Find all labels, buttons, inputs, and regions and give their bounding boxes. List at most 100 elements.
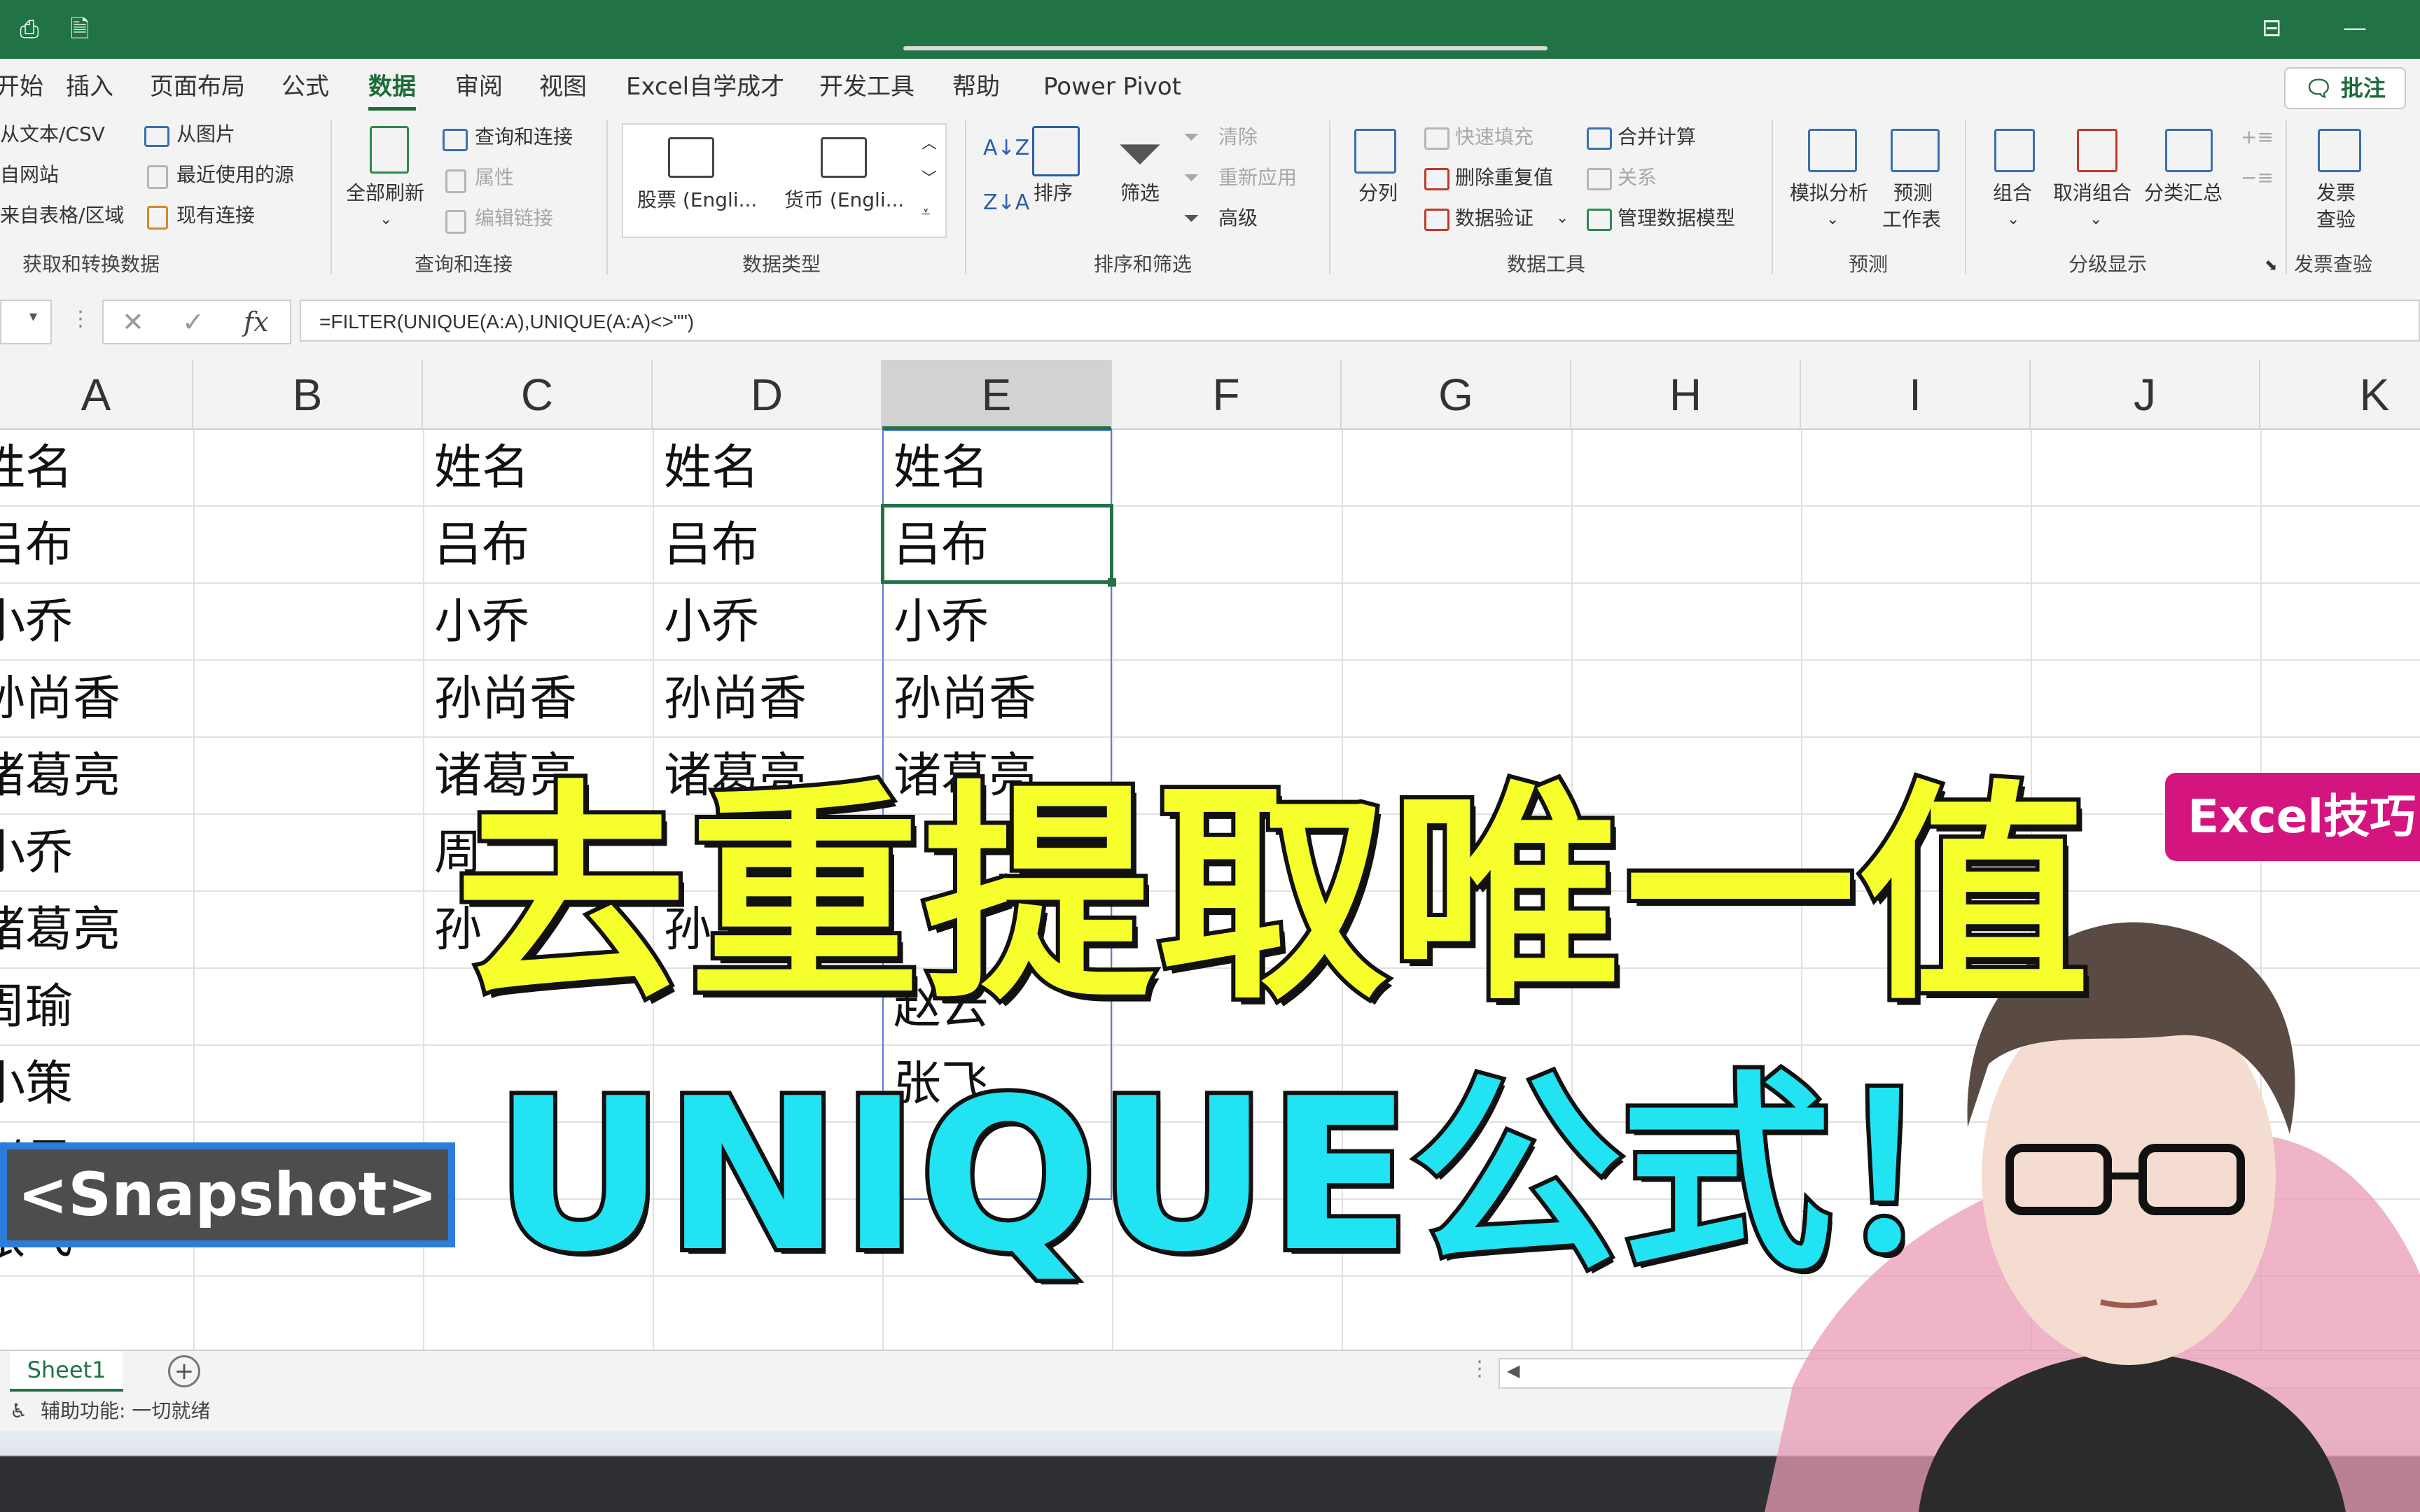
cell-a4[interactable]: 孙尚香 bbox=[0, 661, 193, 738]
remove-duplicates-button[interactable]: 删除重复值 bbox=[1455, 165, 1553, 190]
tab-excel-self-learning[interactable]: Excel自学成才 bbox=[626, 71, 784, 102]
manage-data-model-button[interactable]: 管理数据模型 bbox=[1618, 206, 1735, 231]
data-validation-button[interactable]: 数据验证 bbox=[1455, 206, 1534, 231]
clear-button[interactable]: 清除 bbox=[1218, 125, 1258, 150]
cell-c2[interactable]: 吕布 bbox=[434, 507, 653, 584]
text-to-columns-button[interactable]: 分列 bbox=[1358, 181, 1398, 206]
forecast-label[interactable]: 预测 bbox=[1893, 181, 1933, 206]
chevron-down-icon[interactable]: ⌄ bbox=[2007, 207, 2019, 232]
expand-gallery-icon[interactable]: ⩡ bbox=[922, 200, 930, 225]
tab-home[interactable]: 开始 bbox=[0, 71, 43, 102]
group-button[interactable]: 组合 bbox=[1993, 181, 2032, 206]
cell-a2[interactable]: 吕布 bbox=[0, 507, 193, 584]
insert-function-icon[interactable]: fx bbox=[244, 308, 269, 336]
column-header-a[interactable]: A bbox=[0, 360, 193, 430]
ungroup-button[interactable]: 取消组合 bbox=[2053, 181, 2132, 206]
cell-a8[interactable]: 周瑜 bbox=[0, 969, 193, 1046]
formula-input[interactable]: =FILTER(UNIQUE(A:A),UNIQUE(A:A)<>"") bbox=[300, 300, 2420, 342]
forecast-sheet-label[interactable]: 工作表 bbox=[1882, 207, 1941, 232]
filter-button[interactable]: 筛选 bbox=[1120, 181, 1160, 206]
cell-a5[interactable]: 诸葛亮 bbox=[0, 738, 193, 815]
scroll-down-icon[interactable]: ﹀ bbox=[922, 167, 937, 192]
more-icon[interactable]: ⋮ bbox=[70, 307, 91, 331]
column-header-g[interactable]: G bbox=[1342, 360, 1571, 430]
cell-e4[interactable]: 孙尚香 bbox=[893, 661, 1106, 738]
sort-button[interactable]: 排序 bbox=[1034, 181, 1073, 206]
properties-button[interactable]: 属性 bbox=[475, 165, 514, 190]
currency-button[interactable]: 货币 (Engli... bbox=[784, 188, 904, 213]
add-sheet-icon[interactable]: + bbox=[168, 1355, 200, 1387]
from-picture-button[interactable]: 从图片 bbox=[176, 122, 235, 147]
reapply-button[interactable]: 重新应用 bbox=[1218, 165, 1297, 190]
column-header-b[interactable]: B bbox=[193, 360, 423, 430]
cell-d1[interactable]: 姓名 bbox=[664, 430, 882, 507]
scroll-up-icon[interactable]: ︿ bbox=[922, 132, 937, 157]
tab-review[interactable]: 审阅 bbox=[455, 71, 503, 102]
sheet-tab-sheet1[interactable]: Sheet1 bbox=[10, 1351, 123, 1392]
more-icon[interactable]: ⋮ bbox=[1469, 1357, 1490, 1381]
cell-c4[interactable]: 孙尚香 bbox=[434, 661, 653, 738]
cell-a1[interactable]: 姓名 bbox=[0, 430, 193, 507]
refresh-all-button[interactable]: 全部刷新 bbox=[346, 181, 424, 206]
tab-help[interactable]: 帮助 bbox=[952, 71, 1000, 102]
accessibility-icon[interactable]: ♿ bbox=[10, 1392, 27, 1431]
cell-d3[interactable]: 小乔 bbox=[664, 584, 882, 661]
cell-a6[interactable]: 小乔 bbox=[0, 815, 193, 892]
comment-button[interactable]: 🗨 批注 bbox=[2284, 67, 2406, 109]
cell-c1[interactable]: 姓名 bbox=[434, 430, 653, 507]
cell-a9[interactable]: 小策 bbox=[0, 1046, 193, 1123]
edit-links-button[interactable]: 编辑链接 bbox=[475, 206, 553, 231]
cell-e1[interactable]: 姓名 bbox=[893, 430, 1106, 507]
chevron-down-icon[interactable]: ▾ bbox=[29, 308, 37, 326]
name-box[interactable]: ▾ bbox=[0, 300, 52, 344]
show-detail-icon[interactable]: +≡ bbox=[2241, 125, 2274, 150]
cell-e2[interactable]: 吕布 bbox=[893, 507, 1106, 584]
tab-insert[interactable]: 插入 bbox=[66, 71, 113, 102]
dialog-launcher-icon[interactable]: ⬊ bbox=[2265, 253, 2277, 279]
chevron-down-icon[interactable]: ⌄ bbox=[1556, 206, 1569, 231]
column-header-c[interactable]: C bbox=[423, 360, 653, 430]
sort-za-icon[interactable]: Z↓A bbox=[983, 190, 1029, 216]
chevron-down-icon[interactable]: ⌄ bbox=[380, 207, 392, 232]
from-web-button[interactable]: 自网站 bbox=[0, 162, 59, 188]
flash-fill-button[interactable]: 快速填充 bbox=[1455, 125, 1534, 150]
existing-connections-button[interactable]: 现有连接 bbox=[176, 203, 255, 228]
tab-power-pivot[interactable]: Power Pivot bbox=[1043, 71, 1181, 102]
fill-handle[interactable] bbox=[1108, 578, 1116, 587]
accessibility-status[interactable]: 辅助功能: 一切就绪 bbox=[41, 1392, 210, 1431]
chevron-down-icon[interactable]: ⌄ bbox=[1826, 207, 1839, 232]
tab-page-layout[interactable]: 页面布局 bbox=[150, 71, 245, 102]
column-header-k[interactable]: K bbox=[2260, 360, 2420, 430]
cell-d4[interactable]: 孙尚香 bbox=[664, 661, 882, 738]
cell-e3[interactable]: 小乔 bbox=[893, 584, 1106, 661]
hide-detail-icon[interactable]: −≡ bbox=[2241, 165, 2274, 190]
minimize-icon[interactable]: — bbox=[2343, 14, 2367, 42]
invoice-label-b[interactable]: 查验 bbox=[2316, 207, 2356, 232]
column-header-j[interactable]: J bbox=[2031, 360, 2260, 430]
column-header-h[interactable]: H bbox=[1571, 360, 1801, 430]
relationships-button[interactable]: 关系 bbox=[1618, 165, 1657, 190]
tab-formulas[interactable]: 公式 bbox=[281, 71, 329, 102]
cell-a3[interactable]: 小乔 bbox=[0, 584, 193, 661]
cell-d2[interactable]: 吕布 bbox=[664, 507, 882, 584]
column-header-i[interactable]: I bbox=[1801, 360, 2031, 430]
recent-sources-button[interactable]: 最近使用的源 bbox=[176, 162, 294, 188]
enter-icon[interactable]: ✓ bbox=[182, 308, 204, 336]
tab-developer[interactable]: 开发工具 bbox=[819, 71, 915, 102]
invoice-label-a[interactable]: 发票 bbox=[2316, 181, 2356, 206]
from-text-csv-button[interactable]: 从文本/CSV bbox=[0, 122, 105, 147]
chevron-down-icon[interactable]: ⌄ bbox=[2089, 207, 2102, 232]
queries-connections-button[interactable]: 查询和连接 bbox=[475, 125, 573, 150]
save-icon[interactable]: ⎙ bbox=[15, 15, 43, 43]
advanced-button[interactable]: 高级 bbox=[1218, 206, 1258, 231]
tab-view[interactable]: 视图 bbox=[539, 71, 587, 102]
column-header-f[interactable]: F bbox=[1112, 360, 1342, 430]
cell-a7[interactable]: 诸葛亮 bbox=[0, 892, 193, 969]
cancel-icon[interactable]: ✕ bbox=[122, 308, 144, 336]
sort-az-icon[interactable]: A↓Z bbox=[983, 136, 1029, 161]
preview-icon[interactable]: 🗎 bbox=[66, 15, 94, 43]
column-header-d[interactable]: D bbox=[653, 360, 882, 430]
ribbon-display-icon[interactable]: ⊟ bbox=[2262, 14, 2282, 42]
from-table-button[interactable]: 来自表格/区域 bbox=[0, 203, 124, 228]
subtotal-button[interactable]: 分类汇总 bbox=[2144, 181, 2223, 206]
